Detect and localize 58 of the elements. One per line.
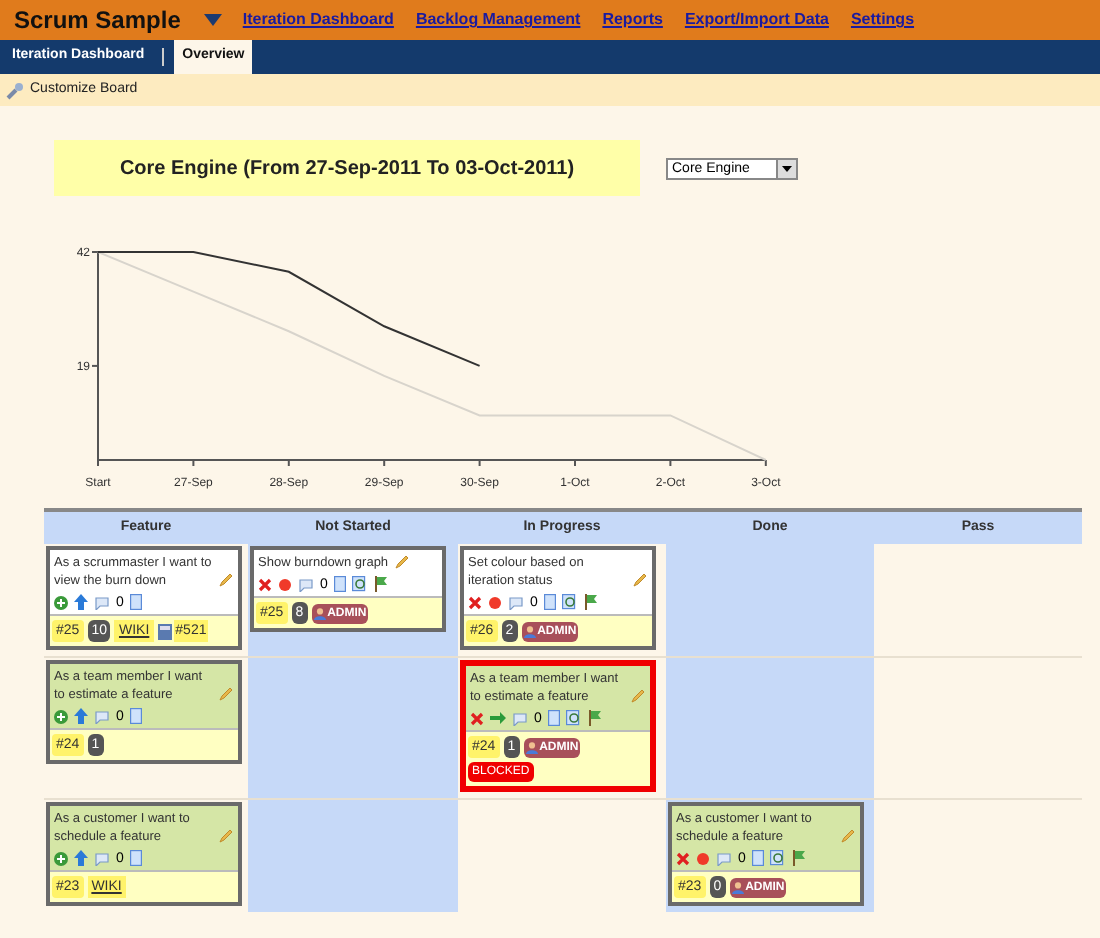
flag-icon[interactable] bbox=[587, 710, 602, 726]
nav-link[interactable]: Iteration Dashboard bbox=[242, 8, 394, 32]
plus-icon[interactable] bbox=[54, 595, 68, 609]
nav-link[interactable]: Backlog Management bbox=[415, 8, 581, 32]
dot-icon[interactable] bbox=[488, 595, 502, 609]
user-icon bbox=[313, 607, 326, 619]
document-icon[interactable] bbox=[129, 850, 142, 866]
user-icon bbox=[525, 741, 538, 753]
pencil-icon[interactable] bbox=[218, 828, 234, 844]
document-icon[interactable] bbox=[333, 576, 346, 592]
up-arrow-icon[interactable] bbox=[74, 594, 88, 610]
document-icon[interactable] bbox=[129, 708, 142, 724]
magnifier-icon[interactable] bbox=[351, 576, 368, 592]
pencil-icon[interactable] bbox=[218, 572, 234, 588]
comment-icon[interactable] bbox=[94, 595, 110, 609]
nav-link[interactable]: Settings bbox=[850, 8, 915, 32]
magnifier-icon[interactable] bbox=[769, 850, 786, 866]
comment-icon[interactable] bbox=[716, 851, 732, 865]
plus-icon[interactable] bbox=[54, 709, 68, 723]
dropdown-caret-icon[interactable] bbox=[204, 14, 223, 26]
up-arrow-icon[interactable] bbox=[74, 708, 88, 724]
comment-icon[interactable] bbox=[508, 595, 524, 609]
document-icon[interactable] bbox=[543, 594, 556, 610]
app-title: Scrum Sample bbox=[14, 4, 181, 38]
nav-link[interactable]: Export/Import Data bbox=[684, 8, 829, 32]
user-icon bbox=[523, 625, 536, 637]
pencil-icon[interactable] bbox=[632, 572, 648, 588]
pencil-icon[interactable] bbox=[218, 686, 234, 702]
document-icon[interactable] bbox=[547, 710, 560, 726]
magnifier-icon[interactable] bbox=[565, 710, 582, 726]
comment-icon[interactable] bbox=[298, 577, 314, 591]
iteration-title: Core Engine (From 27-Sep-2011 To 03-Oct-2011) bbox=[54, 140, 640, 196]
dropdown-caret-icon bbox=[782, 165, 792, 171]
dot-icon[interactable] bbox=[696, 851, 710, 865]
document-icon[interactable] bbox=[751, 850, 764, 866]
pencil-icon[interactable] bbox=[840, 828, 856, 844]
flag-icon[interactable] bbox=[373, 576, 388, 592]
delete-icon[interactable] bbox=[468, 595, 482, 609]
pencil-icon[interactable] bbox=[630, 688, 646, 704]
plus-icon[interactable] bbox=[54, 851, 68, 865]
wrench-icon bbox=[6, 81, 24, 99]
user-icon bbox=[731, 881, 744, 893]
comment-icon[interactable] bbox=[94, 851, 110, 865]
up-arrow-icon[interactable] bbox=[74, 850, 88, 866]
pencil-icon[interactable] bbox=[394, 554, 411, 570]
document-icon[interactable] bbox=[129, 594, 142, 610]
calculator-icon bbox=[157, 623, 172, 639]
delete-icon[interactable] bbox=[470, 711, 484, 725]
comment-icon[interactable] bbox=[94, 709, 110, 723]
delete-icon[interactable] bbox=[258, 577, 272, 591]
magnifier-icon[interactable] bbox=[561, 594, 578, 610]
flag-icon[interactable] bbox=[791, 850, 806, 866]
delete-icon[interactable] bbox=[676, 851, 690, 865]
comment-icon[interactable] bbox=[512, 711, 528, 725]
nav-link[interactable]: Reports bbox=[602, 8, 663, 32]
dot-icon[interactable] bbox=[278, 577, 292, 591]
right-arrow-icon[interactable] bbox=[490, 712, 506, 724]
flag-icon[interactable] bbox=[583, 594, 598, 610]
